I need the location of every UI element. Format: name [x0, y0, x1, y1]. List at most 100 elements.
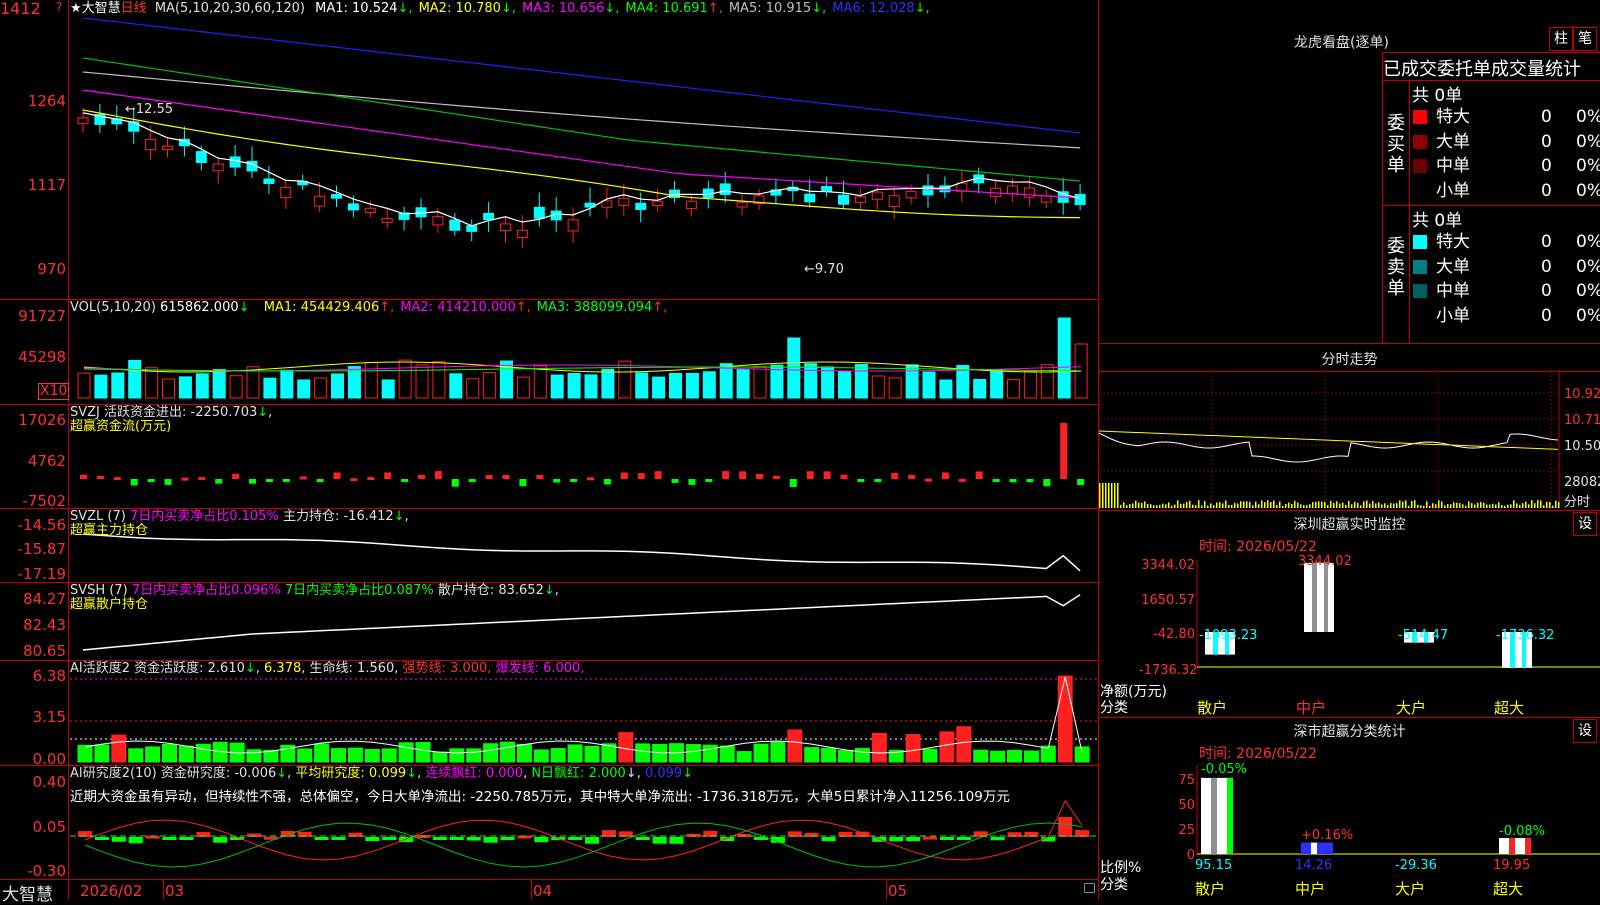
- period-label[interactable]: 日线: [121, 1, 147, 16]
- intraday-vol: [1162, 503, 1164, 508]
- order-pct: 0%: [1576, 180, 1600, 201]
- y-label: 6.38: [32, 667, 66, 685]
- intraday-vol: [1534, 503, 1536, 508]
- intraday-vol: [1525, 501, 1527, 508]
- candle-body: [533, 206, 545, 219]
- activity-bar: [821, 747, 837, 763]
- intraday-vol: [1513, 500, 1515, 508]
- flow-bar: [502, 474, 510, 479]
- research-bar: [923, 836, 937, 840]
- intraday-vol: [1189, 500, 1191, 508]
- candle-body: [854, 196, 866, 203]
- help-icon[interactable]: ?: [56, 0, 62, 14]
- volume-bar: [635, 372, 649, 399]
- research-bar: [365, 837, 380, 842]
- intraday-vol: [1531, 500, 1533, 508]
- date-tick: 2026/02: [80, 882, 143, 900]
- intraday-vol: [1246, 501, 1248, 508]
- order-row: 特大 0 0%: [1411, 230, 1600, 254]
- star-icon[interactable]: ★: [70, 1, 82, 16]
- volume-bar: [719, 363, 733, 399]
- kline-chart[interactable]: [0, 0, 1098, 900]
- right-panel: 龙虎看盘(逐单) 柱 笔 已成交委托单成交量统计 委买单 委卖单 共 0单 共 …: [1099, 0, 1600, 900]
- order-pct: 0%: [1576, 156, 1600, 176]
- flow-bar: [654, 471, 662, 479]
- research-bar: [669, 837, 684, 844]
- flow-bar: [232, 473, 240, 479]
- intraday-vol: [1543, 505, 1545, 508]
- intraday-vol: [1393, 503, 1395, 508]
- vol-ma-values: MA1: 454429.406↑, MA2: 414210.000↑, MA3: 3…: [258, 300, 668, 315]
- order-count: 0: [1541, 305, 1552, 326]
- table-title: 已成交委托单成交量统计: [1383, 59, 1581, 80]
- low-note: ←9.70: [804, 262, 844, 277]
- stock-name: 大智慧: [81, 1, 121, 16]
- intraday-vol: [1243, 501, 1245, 508]
- net-bar: [1304, 562, 1334, 632]
- flow-bar: [925, 478, 932, 482]
- intraday-vol: [1186, 502, 1188, 508]
- candle-body: [1074, 193, 1086, 206]
- order-type: 中单: [1436, 156, 1470, 176]
- ss-settings-button[interactable]: 设: [1573, 719, 1597, 743]
- column-mode-button[interactable]: 柱: [1549, 27, 1573, 51]
- candle-body: [652, 200, 664, 207]
- ratio-bar-stripe: [1327, 842, 1333, 854]
- flow-bar: [958, 478, 966, 482]
- intraday-vol: [1228, 504, 1230, 508]
- intraday-vol: [1552, 505, 1554, 508]
- order-pct: 0%: [1576, 232, 1600, 252]
- activity-bar: [804, 747, 820, 763]
- lock-icon[interactable]: [1084, 883, 1095, 893]
- ai-activity-header: AI活跃度2 资金活跃度: 2.610↓, 6.378, 生命线: 1.560,…: [70, 661, 585, 676]
- intraday-vol: [1264, 502, 1266, 508]
- activity-bar: [94, 744, 110, 763]
- activity-bar: [145, 746, 161, 763]
- vol-value: 615862.000: [160, 300, 239, 315]
- intraday-vol: [1549, 501, 1551, 508]
- sz-settings-button[interactable]: 设: [1573, 512, 1597, 536]
- intraday-vol: [1414, 500, 1416, 508]
- ss-class: 分类: [1100, 877, 1128, 893]
- main-hold-line: [82, 533, 1081, 572]
- intraday-vol: [1444, 505, 1446, 508]
- category-label: 散户: [1195, 880, 1226, 898]
- intraday-vol: [1117, 483, 1119, 508]
- intraday-vol: [1375, 503, 1377, 508]
- activity-bar: [415, 742, 431, 763]
- ma-item: MA3: 10.656↓,: [521, 1, 620, 16]
- intraday-vol: [1261, 500, 1263, 508]
- sell-side-label: 委卖单: [1387, 236, 1405, 299]
- intraday-vol: [1360, 505, 1362, 508]
- order-type: 中单: [1436, 281, 1470, 301]
- fenshi-price: 10.71: [1564, 413, 1600, 428]
- order-pct: 0%: [1576, 107, 1600, 127]
- intraday-vol: [1558, 501, 1560, 508]
- activity-bar: [753, 743, 769, 763]
- sz-value: -1736.32: [1496, 628, 1555, 643]
- ss-top-value: +0.16%: [1301, 828, 1354, 843]
- candle-body: [888, 195, 900, 208]
- intraday-vol: [1282, 505, 1284, 508]
- flow-bar: [772, 475, 780, 479]
- intraday-vol: [1123, 502, 1125, 508]
- activity-bar: [432, 751, 448, 763]
- research-bar: [213, 837, 228, 843]
- flow-bar: [367, 477, 375, 481]
- intraday-vol: [1183, 503, 1185, 508]
- volume-bar: [567, 372, 581, 399]
- ma-item: MA5: 10.915↓,: [728, 1, 827, 16]
- order-stats-table: 已成交委托单成交量统计 委买单 委卖单 共 0单 共 0单 特大 0 0% 大单 0 0%…: [1382, 52, 1600, 343]
- intraday-chart[interactable]: [1099, 371, 1600, 509]
- intraday-vol: [1369, 503, 1371, 508]
- volume-bar: [821, 366, 835, 399]
- candle-body: [449, 219, 461, 231]
- tick-mode-button[interactable]: 笔: [1573, 27, 1597, 51]
- volume-bar: [787, 337, 801, 399]
- activity-bar: [347, 747, 363, 763]
- candle-body: [263, 178, 275, 184]
- flow-bar: [96, 475, 104, 479]
- flow-bar: [705, 479, 713, 482]
- volume-bar: [922, 371, 936, 399]
- intraday-vol: [1108, 483, 1110, 508]
